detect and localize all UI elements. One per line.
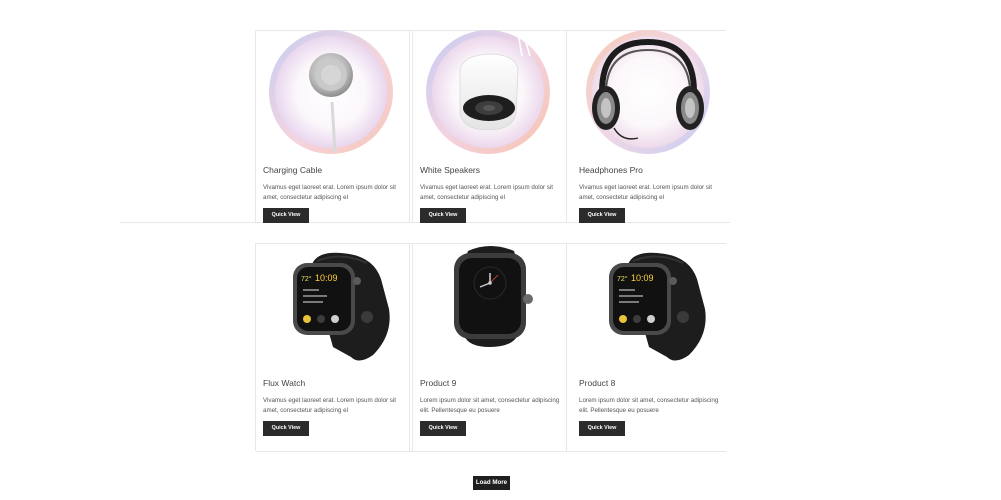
quick-view-button[interactable]: Quick View [420, 421, 466, 436]
product-description: Vivamus eget laoreet erat. Lorem ipsum d… [579, 184, 712, 201]
product-title[interactable]: Product 8 [579, 378, 615, 388]
smartwatch-image[interactable] [420, 243, 556, 371]
product-card[interactable]: White Speakers Vivamus eget laoreet erat… [412, 30, 566, 223]
product-card[interactable]: 72° 10:09 Flux Watch Vivamus eget laoree… [255, 243, 409, 451]
product-card[interactable]: Product 9 Lorem ipsum dolor sit amet, co… [412, 243, 566, 451]
quick-view-button[interactable]: Quick View [420, 208, 466, 223]
watch-time: 10:09 [315, 273, 338, 283]
product-title[interactable]: Charging Cable [263, 165, 322, 175]
quick-view-button[interactable]: Quick View [263, 421, 309, 436]
product-description: Vivamus eget laoreet erat. Lorem ipsum d… [263, 397, 396, 414]
watch-time: 10:09 [631, 273, 654, 283]
grid-divider-line [409, 30, 410, 222]
product-card[interactable]: Charging Cable Vivamus eget laoreet erat… [255, 30, 409, 223]
quick-view-button[interactable]: Quick View [263, 208, 309, 223]
quick-view-button[interactable]: Quick View [579, 208, 625, 223]
grid-bottom-line [256, 451, 726, 452]
quick-view-button[interactable]: Quick View [579, 421, 625, 436]
load-more-button[interactable]: Load More [473, 476, 510, 490]
product-description: Lorem ipsum dolor sit amet, consectetur … [579, 397, 719, 414]
charging-cable-image[interactable] [263, 30, 399, 158]
product-description: Vivamus eget laoreet erat. Lorem ipsum d… [420, 184, 553, 201]
headphones-image[interactable] [580, 30, 716, 158]
product-description: Vivamus eget laoreet erat. Lorem ipsum d… [263, 184, 396, 201]
product-title[interactable]: Flux Watch [263, 378, 305, 388]
product-title[interactable]: Headphones Pro [579, 165, 643, 175]
product-title[interactable]: Product 9 [420, 378, 456, 388]
grid-divider-line [409, 243, 410, 451]
product-description: Lorem ipsum dolor sit amet, consectetur … [420, 397, 560, 414]
white-speaker-image[interactable] [420, 30, 556, 158]
smartwatch-image[interactable]: 72° 10:09 [579, 247, 715, 375]
product-title[interactable]: White Speakers [420, 165, 480, 175]
watch-temperature: 72° [617, 275, 628, 283]
smartwatch-image[interactable]: 72° 10:09 [263, 247, 399, 375]
watch-temperature: 72° [301, 275, 312, 283]
product-card[interactable]: 72° 10:09 Product 8 Lorem ipsum dolor si… [566, 243, 726, 451]
product-card[interactable]: Headphones Pro Vivamus eget laoreet erat… [566, 30, 726, 223]
